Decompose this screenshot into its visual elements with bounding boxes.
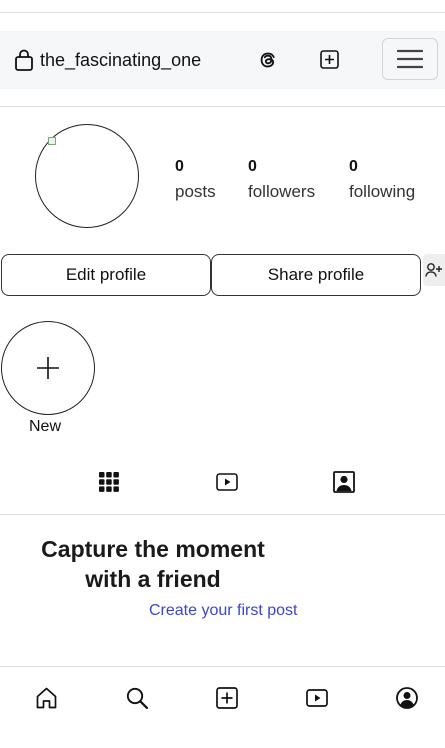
- home-icon[interactable]: [36, 687, 57, 709]
- new-highlight-button[interactable]: [1, 321, 95, 415]
- username: the_fascinating_one: [40, 49, 202, 70]
- threads-icon[interactable]: [259, 51, 277, 69]
- suggested-people-button[interactable]: [423, 254, 445, 286]
- new-highlight-label: New: [29, 418, 62, 435]
- create-first-post-link[interactable]: Create your first post: [149, 602, 298, 620]
- new-post-icon[interactable]: [320, 50, 339, 69]
- grid-icon[interactable]: [99, 472, 119, 492]
- stat-label: posts: [175, 182, 216, 201]
- lock-icon: [14, 49, 34, 71]
- stat-value: 0: [175, 158, 184, 175]
- bottom-nav-divider: [0, 666, 445, 667]
- stat-following[interactable]: 0 following: [349, 158, 415, 202]
- add-user-icon: [425, 262, 443, 278]
- reels-icon[interactable]: [216, 473, 238, 491]
- edit-profile-button[interactable]: Edit profile: [1, 254, 211, 296]
- share-profile-button[interactable]: Share profile: [211, 254, 421, 296]
- top-header: the_fascinating_one: [0, 31, 445, 89]
- profile-avatar[interactable]: [35, 124, 139, 228]
- stat-label: following: [349, 182, 416, 201]
- create-icon[interactable]: [216, 687, 238, 709]
- reels-nav-icon[interactable]: [306, 689, 328, 707]
- stat-value: 0: [349, 158, 358, 175]
- empty-state-title: Capture the moment with a friend: [0, 534, 306, 594]
- empty-state-title-line: Capture the moment: [41, 536, 265, 562]
- plus-icon: [36, 356, 60, 380]
- tabs-divider: [0, 514, 445, 515]
- search-icon[interactable]: [126, 687, 148, 709]
- broken-image-icon: [48, 137, 56, 145]
- profile-icon[interactable]: [396, 687, 418, 709]
- top-divider: [0, 12, 445, 13]
- account-switcher[interactable]: the_fascinating_one: [14, 49, 201, 71]
- header-divider: [0, 106, 445, 107]
- tagged-icon[interactable]: [333, 471, 355, 493]
- hamburger-menu-icon: [397, 49, 423, 69]
- stat-value: 0: [248, 158, 257, 175]
- stat-posts[interactable]: 0 posts: [175, 158, 216, 202]
- empty-state-title-line: with a friend: [85, 566, 221, 592]
- stat-followers[interactable]: 0 followers: [248, 158, 315, 202]
- menu-button[interactable]: [382, 38, 438, 80]
- stat-label: followers: [248, 182, 316, 201]
